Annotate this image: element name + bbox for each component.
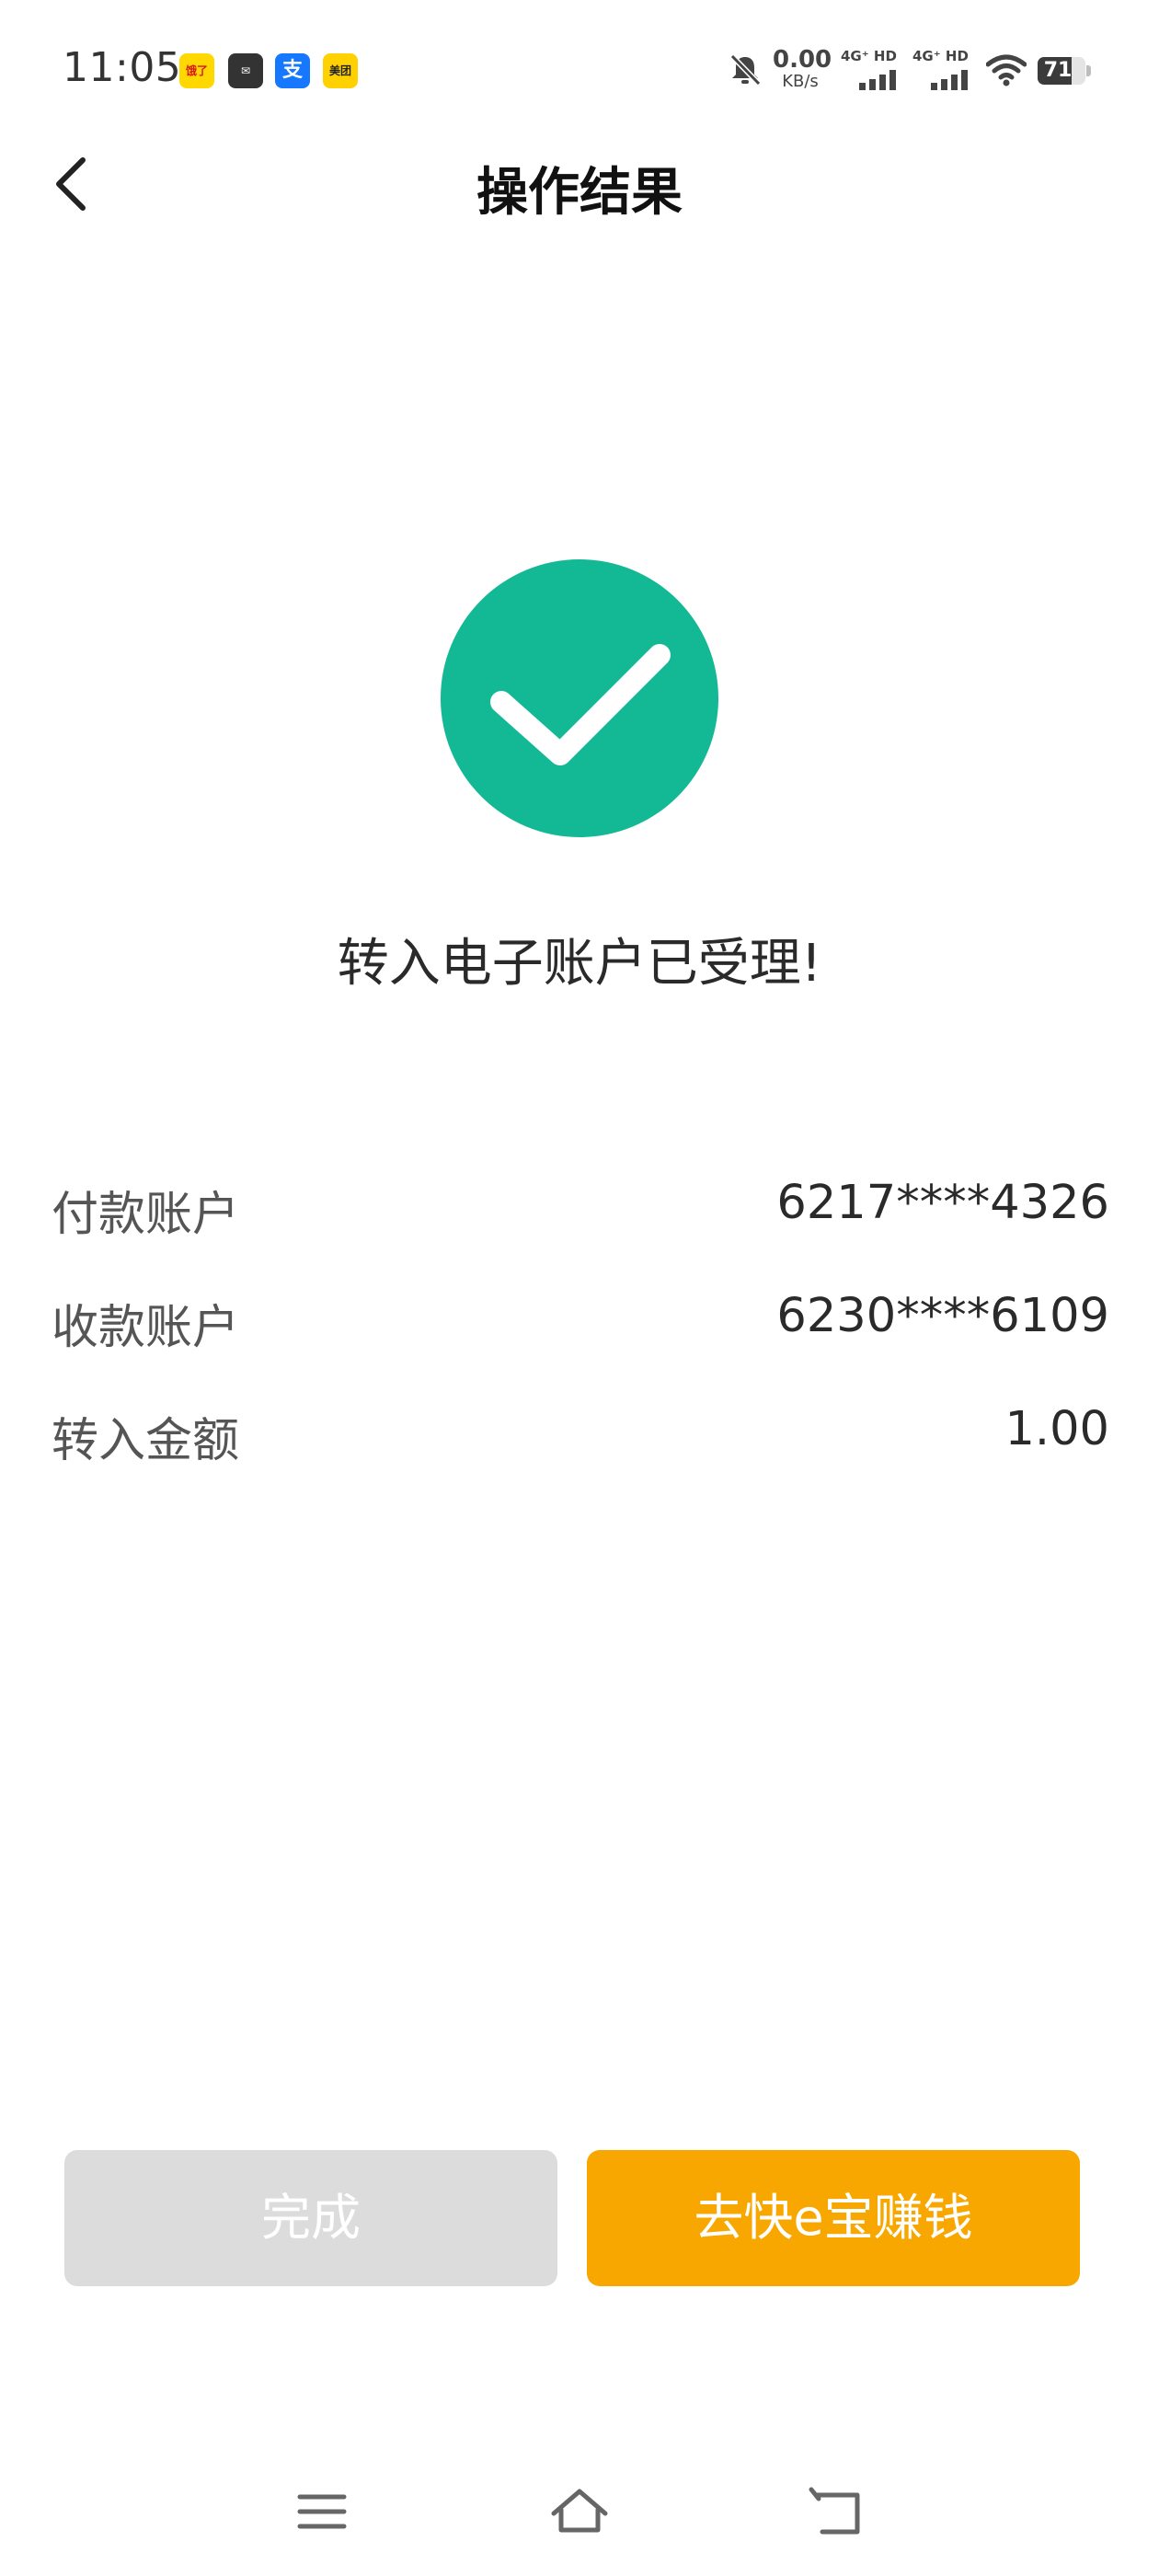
home-icon[interactable] — [546, 2478, 613, 2545]
status-time: 11:05 — [63, 44, 182, 91]
page-title: 操作结果 — [476, 163, 683, 223]
detail-value: 6230****6109 — [776, 1289, 1109, 1343]
status-bar: 11:05 饿了 ✉ 支 美团 0.00 KB/s 4G⁺ HD 4G⁺ HD — [0, 0, 1159, 138]
detail-value: 6217****4326 — [776, 1176, 1109, 1230]
done-button[interactable]: 完成 — [64, 2150, 557, 2286]
network-speed: 0.00 KB/s — [773, 46, 832, 91]
detail-row-amount: 转入金额 1.00 — [52, 1402, 1109, 1515]
signal-4g-1: 4G⁺ HD — [841, 48, 905, 94]
detail-value: 1.00 — [1004, 1402, 1109, 1456]
nav-header: 操作结果 — [0, 138, 1159, 230]
wifi-icon — [986, 54, 1027, 86]
network-speed-unit: KB/s — [782, 72, 819, 91]
bell-muted-icon — [729, 53, 762, 86]
detail-label: 收款账户 — [52, 1301, 240, 1355]
network-type-label: 4G⁺ HD — [841, 48, 897, 64]
detail-label: 付款账户 — [52, 1188, 240, 1242]
network-speed-value: 0.00 — [773, 46, 832, 74]
battery-level: 71 — [1043, 59, 1073, 82]
alipay-app-icon: 支 — [275, 53, 310, 88]
detail-row-payer-account: 付款账户 6217****4326 — [52, 1176, 1109, 1289]
network-type-label: 4G⁺ HD — [912, 48, 969, 64]
signal-bars-icon — [931, 70, 968, 90]
signal-4g-2: 4G⁺ HD — [912, 48, 977, 94]
detail-label: 转入金额 — [52, 1414, 240, 1468]
detail-row-payee-account: 收款账户 6230****6109 — [52, 1289, 1109, 1402]
mail-app-icon: ✉ — [228, 53, 263, 88]
menu-icon[interactable] — [289, 2478, 355, 2545]
transfer-details: 付款账户 6217****4326 收款账户 6230****6109 转入金额… — [52, 1176, 1109, 1515]
result-message: 转入电子账户已受理! — [337, 934, 822, 994]
meituan-app-icon: 美团 — [323, 53, 358, 88]
battery-icon: 71 — [1038, 57, 1091, 85]
go-kuaiebao-button[interactable]: 去快e宝赚钱 — [587, 2150, 1080, 2286]
signal-bars-icon — [859, 70, 896, 90]
success-check-icon — [441, 559, 718, 837]
system-back-icon[interactable] — [804, 2478, 870, 2545]
eleme-app-icon: 饿了 — [179, 53, 214, 88]
